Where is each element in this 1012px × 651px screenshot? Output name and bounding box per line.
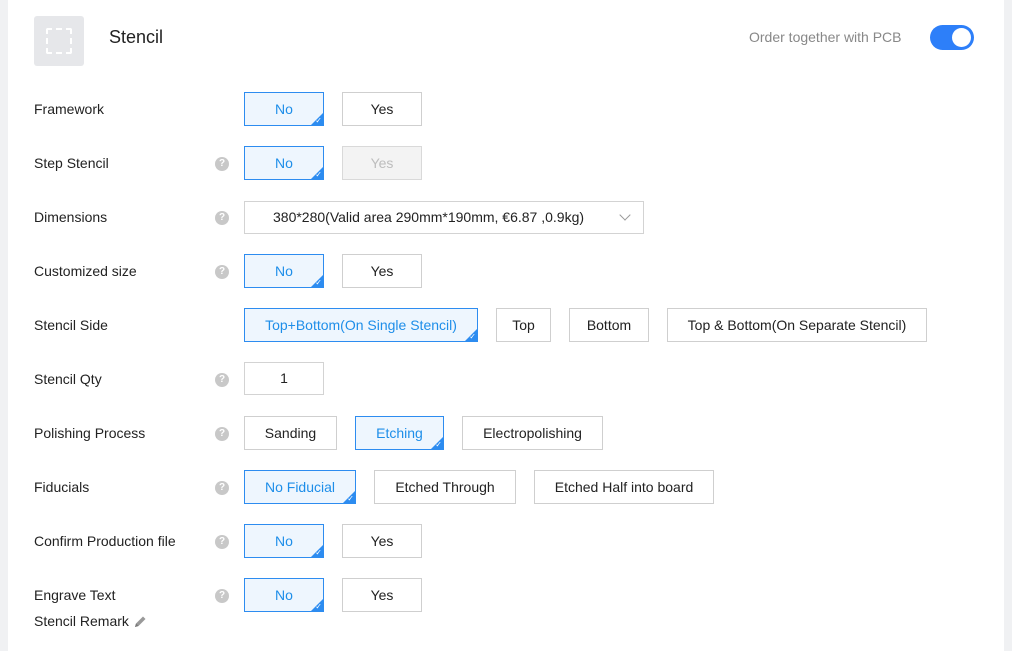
dimensions-label: Dimensions [34, 209, 108, 225]
confirm-production-file-label: Confirm Production file [34, 533, 176, 549]
fiducials-option-etched-through[interactable]: Etched Through [374, 470, 516, 504]
framework-option-yes[interactable]: Yes [342, 92, 422, 126]
chevron-down-icon [619, 209, 631, 221]
pencil-icon[interactable] [134, 615, 147, 628]
fiducials-label: Fiducials [34, 479, 90, 495]
order-together-toggle[interactable] [930, 25, 974, 50]
step-stencil-help-icon[interactable]: ? [215, 157, 229, 171]
customized-size-help-icon[interactable]: ? [215, 265, 229, 279]
stencil-side-option-top-bottom-separate[interactable]: Top & Bottom(On Separate Stencil) [667, 308, 927, 342]
confirm-production-file-option-no[interactable]: No ✓ [244, 524, 324, 558]
confirm-production-file-help-icon[interactable]: ? [215, 535, 229, 549]
customized-size-option-no[interactable]: No ✓ [244, 254, 324, 288]
order-together-label: Order together with PCB [749, 29, 902, 45]
fiducials-option-etched-half[interactable]: Etched Half into board [534, 470, 714, 504]
dimensions-value: 380*280(Valid area 290mm*190mm, €6.87 ,0… [273, 209, 585, 225]
stencil-side-option-top[interactable]: Top [496, 308, 551, 342]
step-stencil-option-yes: Yes [342, 146, 422, 180]
dimensions-help-icon[interactable]: ? [215, 211, 229, 225]
fiducials-option-no-fiducial[interactable]: No Fiducial ✓ [244, 470, 356, 504]
step-stencil-label: Step Stencil [34, 155, 109, 171]
dimensions-select[interactable]: 380*280(Valid area 290mm*190mm, €6.87 ,0… [244, 201, 644, 234]
engrave-text-option-yes[interactable]: Yes [342, 578, 422, 612]
customized-size-label: Customized size [34, 263, 137, 279]
stencil-qty-input[interactable]: 1 [244, 362, 324, 395]
framework-label: Framework [34, 101, 105, 117]
stencil-logo-icon [34, 16, 84, 66]
polishing-process-help-icon[interactable]: ? [215, 427, 229, 441]
polishing-option-electropolishing[interactable]: Electropolishing [462, 416, 603, 450]
stencil-side-option-bottom[interactable]: Bottom [569, 308, 649, 342]
polishing-option-etching[interactable]: Etching ✓ [355, 416, 444, 450]
fiducials-help-icon[interactable]: ? [215, 481, 229, 495]
stencil-side-label: Stencil Side [34, 317, 108, 333]
step-stencil-option-no[interactable]: No ✓ [244, 146, 324, 180]
polishing-option-sanding[interactable]: Sanding [244, 416, 337, 450]
confirm-production-file-option-yes[interactable]: Yes [342, 524, 422, 558]
polishing-process-label: Polishing Process [34, 425, 146, 441]
framework-option-no[interactable]: No ✓ [244, 92, 324, 126]
engrave-text-label: Engrave Text [34, 587, 116, 603]
toggle-knob [952, 28, 971, 47]
stencil-side-option-top-bottom-single[interactable]: Top+Bottom(On Single Stencil) ✓ [244, 308, 478, 342]
customized-size-option-yes[interactable]: Yes [342, 254, 422, 288]
section-title: Stencil [109, 27, 164, 47]
engrave-text-option-no[interactable]: No ✓ [244, 578, 324, 612]
stencil-qty-label: Stencil Qty [34, 371, 102, 387]
stencil-qty-help-icon[interactable]: ? [215, 373, 229, 387]
stencil-remark-label: Stencil Remark [34, 613, 129, 629]
engrave-text-help-icon[interactable]: ? [215, 589, 229, 603]
